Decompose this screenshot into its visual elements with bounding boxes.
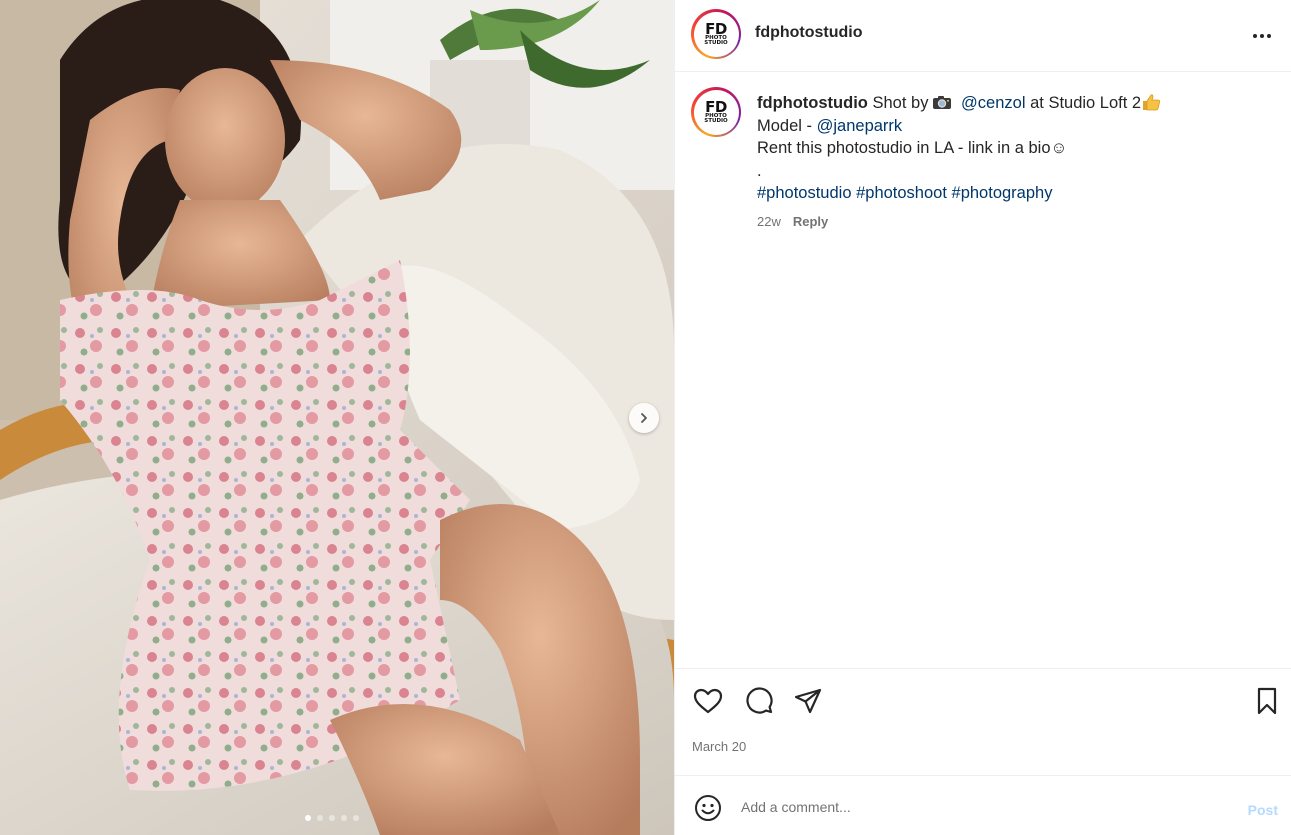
caption-shot-by: Shot by <box>872 94 929 112</box>
chevron-right-icon <box>641 413 647 423</box>
caption-location: at Studio Loft 2 <box>1030 94 1142 112</box>
logo-text: FD <box>705 19 727 38</box>
carousel-dot <box>341 815 347 821</box>
post-comment-button[interactable]: Post <box>1248 802 1278 818</box>
share-button[interactable] <box>791 684 825 718</box>
post-age: 22w <box>757 214 781 229</box>
smiley-icon[interactable] <box>693 793 723 823</box>
studio-logo: FD PHOTO STUDIO <box>695 13 737 55</box>
post-detail-panel: FD PHOTO STUDIO fdphotostudio FD PHOTO S… <box>674 0 1291 835</box>
send-icon <box>794 688 822 714</box>
thumbs-up-icon <box>1143 94 1161 111</box>
next-slide-button[interactable] <box>629 403 659 433</box>
rent-text: Rent this photostudio in LA - link in a … <box>757 139 1068 157</box>
action-bar <box>691 684 1280 720</box>
like-button[interactable] <box>691 684 725 718</box>
logo-text: STUDIO <box>704 118 728 124</box>
avatar[interactable]: FD PHOTO STUDIO <box>691 87 741 137</box>
reply-button[interactable]: Reply <box>793 214 828 229</box>
hashtag-link[interactable]: #photostudio <box>757 184 852 202</box>
photographer-mention-link[interactable]: @cenzol <box>961 94 1025 112</box>
post-media[interactable] <box>0 0 674 835</box>
carousel-indicator <box>305 815 359 821</box>
comment-input[interactable] <box>741 794 1211 820</box>
caption-username[interactable]: fdphotostudio <box>757 94 868 112</box>
hashtag-link[interactable]: #photography <box>952 184 1053 202</box>
comment-icon <box>746 687 773 714</box>
caption-meta: 22w Reply <box>757 214 828 229</box>
post-date: March 20 <box>692 739 747 754</box>
add-comment-bar: Post <box>675 775 1291 835</box>
carousel-dot <box>329 815 335 821</box>
logo-text: STUDIO <box>704 40 728 46</box>
carousel-dot <box>305 815 311 821</box>
model-label: Model - <box>757 116 813 135</box>
model-mention-link[interactable]: @janeparrk <box>817 117 903 135</box>
caption-dot: . <box>757 161 762 180</box>
post-photo <box>0 0 674 835</box>
camera-icon <box>933 96 952 109</box>
more-options-icon[interactable] <box>1250 24 1274 48</box>
avatar[interactable]: FD PHOTO STUDIO <box>691 9 741 59</box>
author-username[interactable]: fdphotostudio <box>755 24 863 42</box>
carousel-dot <box>353 815 359 821</box>
post-header: FD PHOTO STUDIO fdphotostudio <box>675 0 1291 72</box>
logo-text: FD <box>705 97 727 116</box>
studio-logo: FD PHOTO STUDIO <box>695 91 737 133</box>
hashtag-link[interactable]: #photoshoot <box>856 184 947 202</box>
bookmark-icon <box>1257 687 1277 715</box>
comment-button[interactable] <box>742 684 776 718</box>
carousel-dot <box>317 815 323 821</box>
heart-icon <box>693 688 723 714</box>
caption-text: fdphotostudio Shot by @cenzol at Studio … <box>757 92 1277 205</box>
save-button[interactable] <box>1250 684 1284 718</box>
actions-section: March 20 <box>675 668 1291 754</box>
